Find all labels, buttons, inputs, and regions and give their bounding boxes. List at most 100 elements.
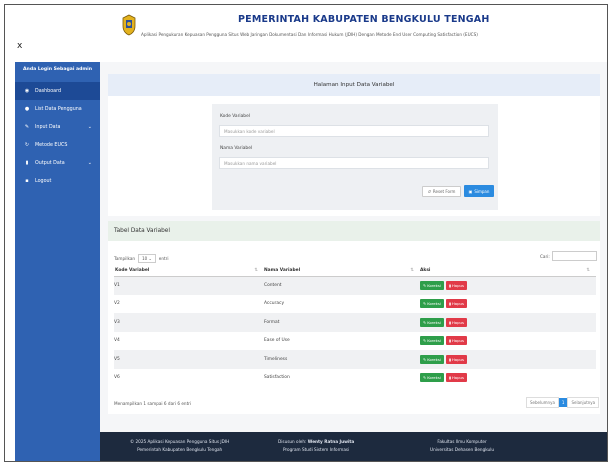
cell-aksi: ✎ Koreksi ▮ Hapus xyxy=(420,313,596,332)
sidebar-item-dashboard[interactable]: ◉ Dashboard xyxy=(15,82,100,100)
sidebar-item-label: Metode EUCS xyxy=(35,142,68,148)
edit-button[interactable]: ✎ Koreksi xyxy=(420,373,444,383)
edit-icon: ✎ xyxy=(423,301,427,307)
cell-nama: Content xyxy=(264,276,420,295)
cell-kode: V3 xyxy=(114,313,264,332)
refresh-icon: ↻ xyxy=(24,142,30,148)
delete-button[interactable]: ▮ Hapus xyxy=(445,299,467,309)
table-row: V1 Content ✎ Koreksi ▮ Hapus xyxy=(114,276,596,295)
table-header-row: Kode Variabel ⇅ Nama Variabel ⇅ Aksi ⇅ xyxy=(114,265,596,277)
sidebar-item-output-data[interactable]: ▮ Output Data ⌄ xyxy=(15,154,100,172)
save-icon: ▣ xyxy=(468,188,473,194)
edit-icon: ✎ xyxy=(423,375,427,381)
search-label: Cari: xyxy=(540,254,550,259)
government-emblem-logo xyxy=(122,14,136,36)
cell-nama: Format xyxy=(264,313,420,332)
cell-aksi: ✎ Koreksi ▮ Hapus xyxy=(420,350,596,369)
sidebar-item-metode-eucs[interactable]: ↻ Metode EUCS xyxy=(15,136,100,154)
page-footer: © 2025 Aplikasi Kepuasan Pengguna Situs … xyxy=(100,432,607,461)
reset-icon: ↺ xyxy=(427,189,431,194)
nama-variabel-input[interactable]: Masukkan nama variabel xyxy=(219,157,489,169)
page-header: x PEMERINTAH KABUPATEN BENGKULU TENGAH A… xyxy=(5,5,607,61)
sidebar-item-list-data-pengguna[interactable]: ● List Data Pengguna xyxy=(15,100,100,118)
column-header-kode[interactable]: Kode Variabel ⇅ xyxy=(114,265,264,277)
table-row: V3 Format ✎ Koreksi ▮ Hapus xyxy=(114,313,596,332)
close-icon[interactable]: x xyxy=(17,41,22,51)
edit-icon: ✎ xyxy=(423,356,427,362)
footer-copyright: © 2025 Aplikasi Kepuasan Pengguna Situs … xyxy=(130,439,230,452)
page-title: PEMERINTAH KABUPATEN BENGKULU TENGAH xyxy=(238,14,490,25)
main-content: Halaman Input Data Variabel Kode Variabe… xyxy=(100,62,607,461)
table-row: V6 Satisfaction ✎ Koreksi ▮ Hapus xyxy=(114,369,596,388)
cell-nama: Ease of Use xyxy=(264,338,290,344)
reset-form-label: Reset Form xyxy=(432,189,456,194)
kode-variabel-input[interactable]: Masukkan kode variabel xyxy=(219,125,489,137)
edit-button[interactable]: ✎ Koreksi xyxy=(420,299,444,309)
logout-icon: ▪ xyxy=(25,178,29,184)
trash-icon: ▮ xyxy=(448,283,451,288)
chevron-down-icon: ⌄ xyxy=(87,124,92,130)
trash-icon: ▮ xyxy=(448,301,451,307)
save-button[interactable]: ▣ Simpan xyxy=(464,185,494,197)
show-label: Tampilkan xyxy=(114,256,136,261)
delete-button[interactable]: ▮ Hapus xyxy=(445,373,467,383)
sidebar-item-label: Output Data xyxy=(35,160,65,166)
cell-nama: Timeliness xyxy=(264,350,420,369)
cell-aksi: ✎ Koreksi ▮ Hapus xyxy=(420,332,596,351)
edit-button[interactable]: ✎ Koreksi xyxy=(420,336,444,346)
sidebar-item-label: Logout xyxy=(35,178,52,184)
edit-button[interactable]: ✎ Koreksi xyxy=(420,281,444,290)
cell-kode: V6 xyxy=(114,375,120,381)
cell-kode: V1 xyxy=(114,276,264,295)
page-subtitle: Aplikasi Pengukuran Kepuasan Pengguna Si… xyxy=(141,32,478,37)
sidebar-item-input-data[interactable]: ✎ Input Data ⌄ xyxy=(15,118,100,136)
variable-table-card: Tabel Data Variabel Tampilkan 10 ⌄ entri… xyxy=(108,221,600,414)
table-row: V4 Ease of Use ✎ Koreksi ▮ Hapus xyxy=(114,332,596,351)
table-row: V2 Accuracy ✎ Koreksi ▮ Hapus xyxy=(114,295,596,314)
page-1-button[interactable]: 1 xyxy=(558,397,568,407)
footer-author: Disusun oleh: Wenty Ratna Juwita Program… xyxy=(278,439,355,452)
next-page-button[interactable]: Selanjutnya xyxy=(567,396,600,408)
prev-page-button[interactable]: Sebelumnya xyxy=(526,396,559,408)
edit-icon: ✎ xyxy=(24,124,30,130)
edit-icon: ✎ xyxy=(423,319,427,325)
delete-button[interactable]: ▮ Hapus xyxy=(445,281,467,290)
cell-kode: V4 xyxy=(114,338,120,344)
trash-icon: ▮ xyxy=(448,356,451,362)
cell-aksi: ✎ Koreksi ▮ Hapus xyxy=(420,276,596,295)
chevron-down-icon: ⌄ xyxy=(87,160,92,166)
cell-nama: Satisfaction xyxy=(264,375,290,381)
entries-select[interactable]: 10 ⌄ xyxy=(138,254,156,263)
save-label: Simpan xyxy=(474,188,490,194)
delete-button[interactable]: ▮ Hapus xyxy=(445,354,467,364)
pagination: Sebelumnya 1 Selanjutnya xyxy=(526,396,600,408)
sidebar-heading: Anda Login Sebagai admin xyxy=(23,67,93,72)
cell-aksi: ✎ Koreksi ▮ Hapus xyxy=(420,369,596,388)
delete-button[interactable]: ▮ Hapus xyxy=(445,317,467,327)
search-input[interactable] xyxy=(552,251,597,261)
footer-institution: Fakultas Ilmu Komputer Universitas Dehas… xyxy=(430,439,495,452)
edit-button[interactable]: ✎ Koreksi xyxy=(420,354,444,364)
user-icon: ● xyxy=(24,106,30,112)
variable-table: Kode Variabel ⇅ Nama Variabel ⇅ Aksi ⇅ V1 C… xyxy=(114,265,596,387)
column-header-aksi[interactable]: Aksi ⇅ xyxy=(420,265,596,277)
edit-button[interactable]: ✎ Koreksi xyxy=(420,317,444,327)
cell-kode: V5 xyxy=(114,350,264,369)
sidebar-item-logout[interactable]: ▪ Logout xyxy=(15,172,100,190)
edit-icon: ✎ xyxy=(423,338,427,344)
cell-nama: Accuracy xyxy=(264,301,285,307)
app-window: x PEMERINTAH KABUPATEN BENGKULU TENGAH A… xyxy=(4,4,608,462)
dashboard-icon: ◉ xyxy=(24,88,30,94)
reset-form-button[interactable]: ↺ Reset Form xyxy=(422,186,461,197)
sidebar-item-label: Input Data xyxy=(35,124,61,130)
table-title: Tabel Data Variabel xyxy=(108,221,600,241)
cell-aksi: ✎ Koreksi ▮ Hapus xyxy=(420,295,596,314)
cell-kode: V2 xyxy=(114,301,120,307)
table-info: Menampilkan 1 sampai 6 dari 6 entri xyxy=(114,401,192,406)
sidebar-item-label: Dashboard xyxy=(35,88,62,94)
delete-button[interactable]: ▮ Hapus xyxy=(445,336,467,346)
entries-label: entri xyxy=(158,256,169,261)
column-header-nama[interactable]: Nama Variabel ⇅ xyxy=(264,265,420,277)
trash-icon: ▮ xyxy=(448,319,451,325)
trash-icon: ▮ xyxy=(448,338,451,344)
